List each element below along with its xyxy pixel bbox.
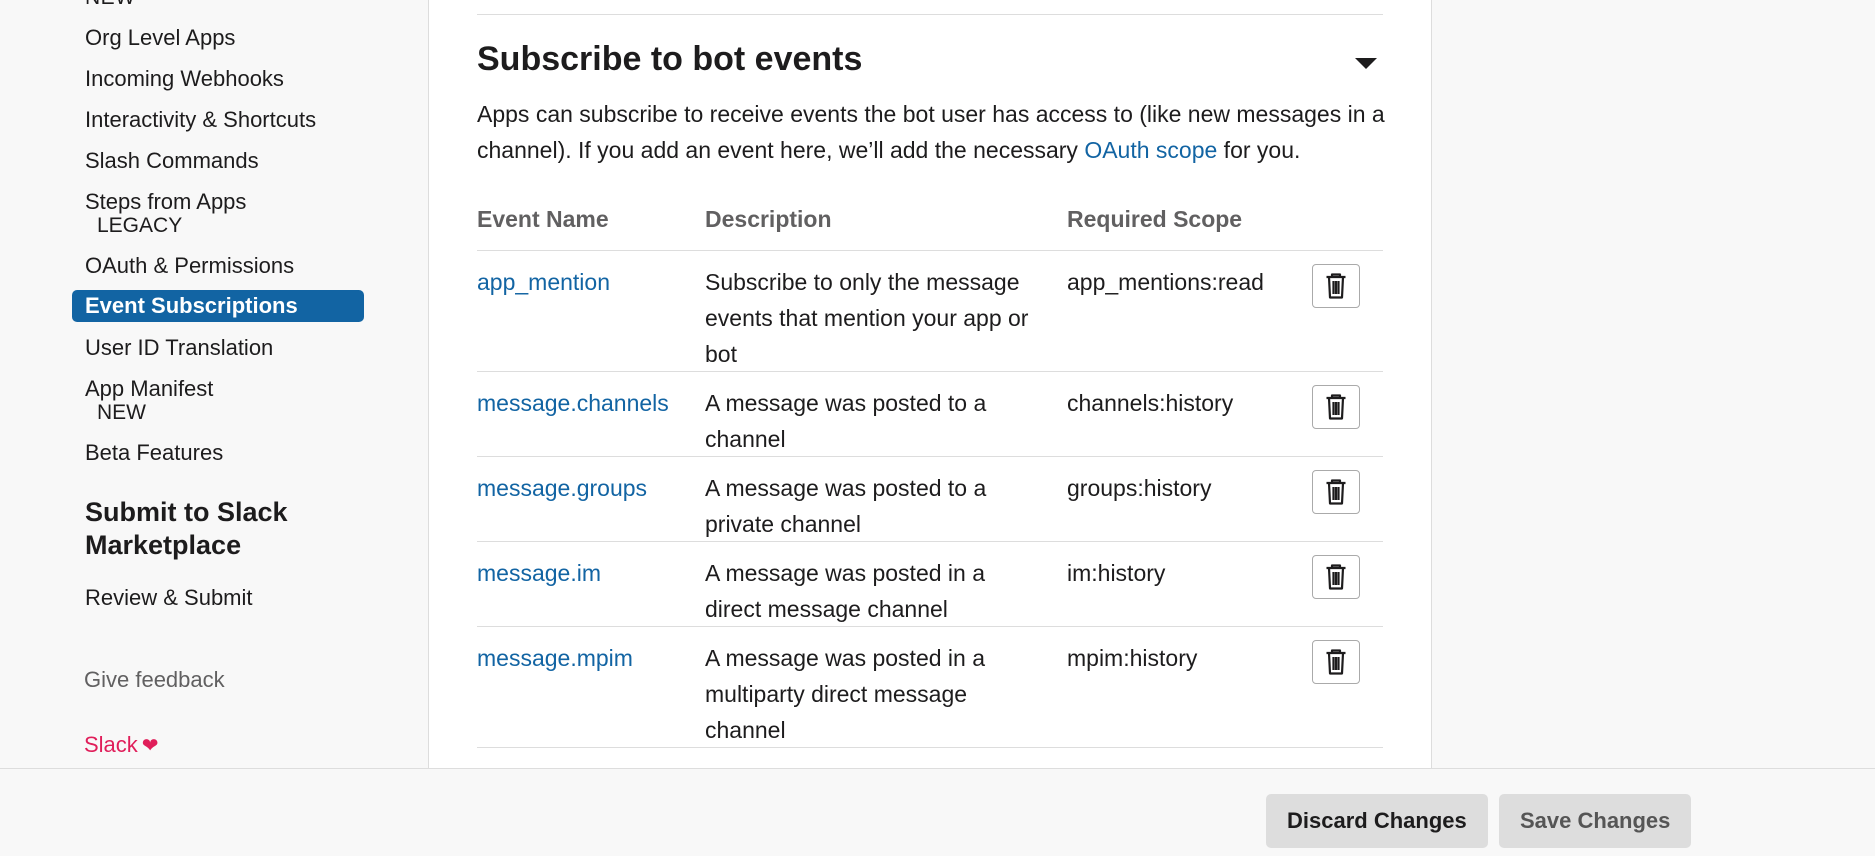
sidebar-item-event-subscriptions[interactable]: Event Subscriptions (72, 290, 364, 322)
event-description: A message was posted in a multiparty dir… (705, 645, 985, 743)
page-title: Subscribe to bot events (477, 40, 863, 78)
footer-bar: Discard Changes Save Changes (0, 768, 1875, 856)
event-description: A message was posted to a private channe… (705, 475, 987, 537)
delete-event-button[interactable] (1312, 264, 1360, 308)
delete-event-button[interactable] (1312, 385, 1360, 429)
trash-icon (1326, 649, 1346, 675)
discard-changes-button[interactable]: Discard Changes (1266, 794, 1488, 848)
event-scope: mpim:history (1067, 645, 1198, 671)
oauth-scope-link[interactable]: OAuth scope (1084, 137, 1217, 163)
event-name-link[interactable]: message.im (477, 555, 601, 591)
sidebar: NEW Org Level Apps Incoming Webhooks Int… (0, 0, 428, 856)
sidebar-item-label: Slash Commands (85, 148, 259, 173)
column-header-event-name: Event Name (477, 206, 609, 232)
sidebar-item-label: App Manifest (85, 376, 214, 401)
sidebar-item-beta-features[interactable]: Beta Features (72, 437, 364, 469)
trash-icon (1326, 564, 1346, 590)
trash-icon (1326, 273, 1346, 299)
sidebar-item-label: OAuth & Permissions (85, 253, 295, 278)
give-feedback-link[interactable]: Give feedback (84, 667, 225, 693)
column-header-required-scope: Required Scope (1067, 206, 1243, 232)
event-description: A message was posted in a direct message… (705, 560, 985, 622)
sidebar-item-label: Org Level Apps (85, 25, 236, 50)
divider (477, 14, 1383, 15)
row-divider (477, 626, 1383, 627)
sidebar-item-review-submit[interactable]: Review & Submit (72, 582, 364, 614)
sidebar-item-org-level-apps[interactable]: Org Level Apps (72, 22, 364, 54)
event-scope: im:history (1067, 560, 1166, 586)
slack-label: Slack (84, 732, 138, 757)
trash-icon (1326, 479, 1346, 505)
heart-icon: ❤ (141, 735, 159, 757)
event-scope: groups:history (1067, 475, 1212, 501)
row-divider (477, 747, 1383, 748)
row-divider (477, 541, 1383, 542)
delete-event-button[interactable] (1312, 640, 1360, 684)
intro-text: Apps can subscribe to receive events the… (477, 96, 1387, 168)
sidebar-item-app-manifest[interactable]: App Manifest NEW (72, 373, 364, 429)
sidebar-clipped-badge: NEW (85, 0, 136, 10)
sidebar-item-label: Steps from Apps (85, 189, 247, 214)
sidebar-item-user-id-translation[interactable]: User ID Translation (72, 332, 364, 364)
delete-event-button[interactable] (1312, 555, 1360, 599)
sidebar-item-label: Interactivity & Shortcuts (85, 107, 317, 132)
intro-text-after: for you. (1217, 137, 1301, 163)
event-name-link[interactable]: app_mention (477, 264, 610, 300)
legacy-badge: LEGACY (97, 214, 183, 237)
caret-down-icon[interactable] (1355, 58, 1377, 69)
sidebar-item-label: Incoming Webhooks (85, 66, 284, 91)
row-divider (477, 456, 1383, 457)
sidebar-item-label: Review & Submit (85, 585, 253, 610)
event-name-link[interactable]: message.groups (477, 470, 647, 506)
delete-event-button[interactable] (1312, 470, 1360, 514)
event-description: Subscribe to only the message events tha… (705, 269, 1029, 367)
event-scope: app_mentions:read (1067, 269, 1264, 295)
event-name-link[interactable]: message.mpim (477, 640, 633, 676)
event-description: A message was posted to a channel (705, 390, 987, 452)
event-scope: channels:history (1067, 390, 1234, 416)
new-badge: NEW (97, 401, 146, 424)
slack-love-link[interactable]: Slack ❤ (84, 732, 159, 758)
sidebar-item-incoming-webhooks[interactable]: Incoming Webhooks (72, 63, 364, 95)
sidebar-item-oauth-permissions[interactable]: OAuth & Permissions (72, 250, 364, 282)
sidebar-item-label: User ID Translation (85, 335, 274, 360)
sidebar-item-label: Event Subscriptions (85, 293, 298, 318)
sidebar-item-slash-commands[interactable]: Slash Commands (72, 145, 364, 177)
submit-marketplace-heading: Submit to Slack Marketplace (85, 497, 288, 560)
sidebar-item-steps-from-apps[interactable]: Steps from Apps LEGACY (72, 186, 364, 242)
main-panel: Subscribe to bot events Apps can subscri… (428, 0, 1432, 856)
event-name-link[interactable]: message.channels (477, 385, 669, 421)
trash-icon (1326, 394, 1346, 420)
save-changes-button[interactable]: Save Changes (1499, 794, 1692, 848)
row-divider (477, 250, 1383, 251)
sidebar-item-label: Beta Features (85, 440, 224, 465)
column-header-description: Description (705, 206, 832, 232)
row-divider (477, 371, 1383, 372)
sidebar-item-interactivity-shortcuts[interactable]: Interactivity & Shortcuts (72, 104, 364, 136)
